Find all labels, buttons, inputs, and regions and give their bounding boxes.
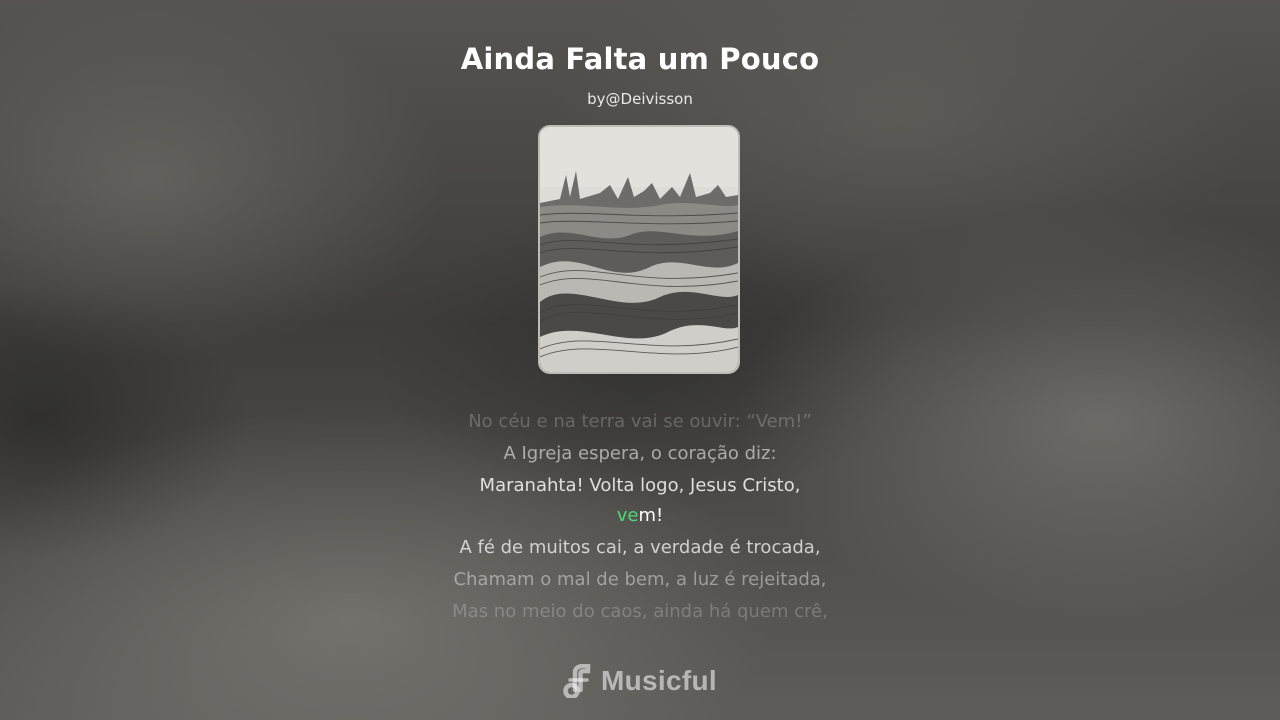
lyric-line: No céu e na terra vai se ouvir: “Vem!” <box>468 411 812 432</box>
unsung-portion: m! <box>638 505 664 526</box>
lyrics-player: Ainda Falta um Pouco by@Deivisson No céu… <box>0 0 1280 720</box>
current-lyric-line: vem! <box>0 502 1280 532</box>
music-note-icon <box>563 664 591 698</box>
lyric-line: Maranahta! Volta logo, Jesus Cristo, <box>479 475 801 496</box>
lyric-line: A Igreja espera, o coração diz: <box>503 443 777 464</box>
lyrics-list: No céu e na terra vai se ouvir: “Vem!” A… <box>0 406 1280 628</box>
album-cover-artwork <box>540 127 738 372</box>
brand-logo: Musicful <box>0 664 1280 698</box>
lyric-line: Mas no meio do caos, ainda há quem crê, <box>452 601 828 622</box>
sung-portion: ve <box>616 505 639 526</box>
song-artist: by@Deivisson <box>587 90 693 108</box>
lyric-line: Chamam o mal de bem, a luz é rejeitada, <box>453 569 827 590</box>
album-cover <box>538 125 740 374</box>
lyric-line: A fé de muitos cai, a verdade é trocada, <box>459 537 821 558</box>
song-title: Ainda Falta um Pouco <box>460 42 820 76</box>
brand-name: Musicful <box>601 665 717 696</box>
